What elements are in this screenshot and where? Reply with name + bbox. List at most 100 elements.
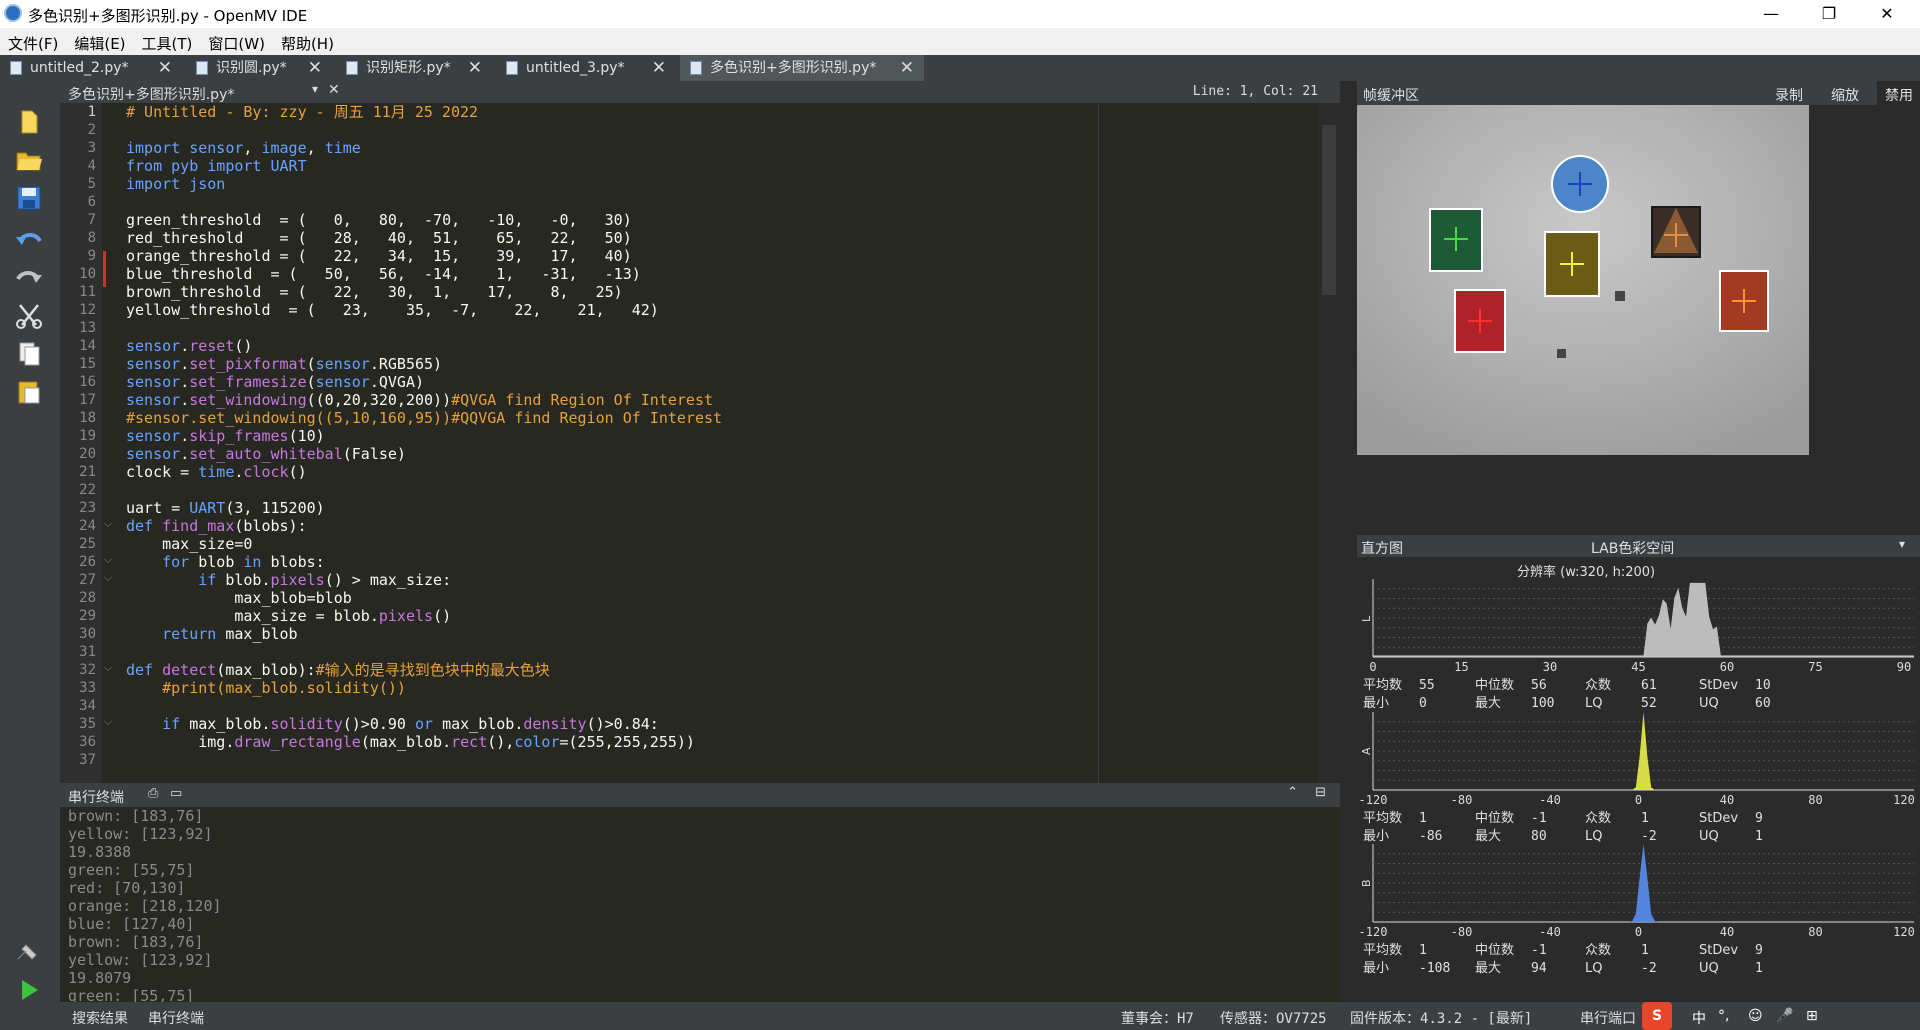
search-results-tab[interactable]: 搜索结果 <box>72 1008 128 1028</box>
code-line[interactable]: sensor.set_windowing((0,20,320,200))#QVG… <box>126 391 722 409</box>
code-line[interactable]: clock = time.clock() <box>126 463 722 481</box>
fold-chevron-icon[interactable]: ⌵ <box>104 715 112 729</box>
float-icon[interactable]: ⊟ <box>1315 785 1326 800</box>
menu-edit[interactable]: 编辑(E) <box>66 28 133 54</box>
code-line[interactable]: sensor.set_pixformat(sensor.RGB565) <box>126 355 722 373</box>
code-line[interactable]: return max_blob <box>126 625 722 643</box>
code-editor[interactable]: 1 2 3 4 5 6 7 8 9 10 11 12 13 14 15 16 17 18 19 20 21 22 23 24 2… <box>60 103 1340 783</box>
tab-rectangle[interactable]: 识别矩形.py* ✕ <box>336 55 492 81</box>
code-line[interactable] <box>126 121 722 139</box>
current-file-selector[interactable]: 多色识别+多图形识别.py* <box>68 84 234 104</box>
code-line[interactable]: import json <box>126 175 722 193</box>
tab-close-icon[interactable]: ✕ <box>900 55 914 81</box>
code-line[interactable]: #print(max_blob.solidity()) <box>126 679 722 697</box>
scrollbar-thumb[interactable] <box>1322 125 1336 295</box>
record-button[interactable]: 录制 <box>1775 85 1803 105</box>
code-line[interactable]: uart = UART(3, 115200) <box>126 499 722 517</box>
undo-icon[interactable] <box>14 227 44 253</box>
maximize-button[interactable]: ❐ <box>1800 0 1858 28</box>
serial-terminal-tab[interactable]: 串行终端 <box>148 1008 204 1028</box>
code-line[interactable] <box>126 697 722 715</box>
code-line[interactable]: sensor.set_framesize(sensor.QVGA) <box>126 373 722 391</box>
code-line[interactable]: brown_threshold = ( 22, 30, 1, 17, 8, 25… <box>126 283 722 301</box>
colorspace-select[interactable]: LAB色彩空间 <box>1591 538 1674 558</box>
tab-circle[interactable]: 识别圆.py* ✕ <box>186 55 332 81</box>
code-line[interactable]: from pyb import UART <box>126 157 722 175</box>
zoom-button[interactable]: 缩放 <box>1831 85 1859 105</box>
ime-keyboard-icon[interactable]: ⊞ <box>1806 1008 1818 1024</box>
disable-button[interactable]: 禁用 <box>1877 81 1920 105</box>
tab-close-icon[interactable]: ✕ <box>308 55 322 81</box>
serial-terminal-output: brown: [183,76] yellow: [123,92] 19.8388 gr… <box>60 807 1340 1002</box>
stat-label: 最大 <box>1475 829 1501 844</box>
tab-untitled-3[interactable]: untitled_3.py* ✕ <box>496 55 676 81</box>
connect-icon[interactable] <box>14 937 44 963</box>
code-line[interactable]: orange_threshold = ( 22, 34, 15, 39, 17,… <box>126 247 722 265</box>
fold-chevron-icon[interactable]: ⌵ <box>104 517 112 531</box>
menu-file[interactable]: 文件(F) <box>0 28 66 54</box>
code-line[interactable]: blue_threshold = ( 50, 56, -14, 1, -31, … <box>126 265 722 283</box>
code-line[interactable]: max_size = blob.pixels() <box>126 607 722 625</box>
code-line[interactable]: img.draw_rectangle(max_blob.rect(),color… <box>126 733 722 751</box>
line-number: 12 <box>79 302 96 318</box>
tab-close-icon[interactable]: ✕ <box>468 55 482 81</box>
code-line[interactable]: if max_blob.solidity()>0.90 or max_blob.… <box>126 715 722 733</box>
menu-tools[interactable]: 工具(T) <box>134 28 201 54</box>
open-folder-icon[interactable] <box>14 147 44 173</box>
code-line[interactable]: sensor.reset() <box>126 337 722 355</box>
code-line[interactable]: import sensor, image, time <box>126 139 722 157</box>
code-line[interactable] <box>126 481 722 499</box>
paste-icon[interactable] <box>14 379 44 405</box>
ime-voice-icon[interactable]: 🎤 <box>1776 1008 1793 1024</box>
code-line[interactable]: green_threshold = ( 0, 80, -70, -10, -0,… <box>126 211 722 229</box>
code-line[interactable]: max_blob=blob <box>126 589 722 607</box>
code-line[interactable]: #sensor.set_windowing((5,10,160,95))#QQV… <box>126 409 722 427</box>
code-line[interactable]: sensor.skip_frames(10) <box>126 427 722 445</box>
chevron-down-icon[interactable]: ▾ <box>312 82 318 96</box>
menu-window[interactable]: 窗口(W) <box>200 28 273 54</box>
chevron-down-icon[interactable]: ▾ <box>1899 537 1905 551</box>
fold-chevron-icon[interactable]: ⌵ <box>104 553 112 567</box>
new-file-icon[interactable] <box>14 109 44 135</box>
code-line[interactable]: yellow_threshold = ( 23, 35, -7, 22, 21,… <box>126 301 722 319</box>
ime-punct[interactable]: °, <box>1718 1008 1729 1024</box>
ime-emoji-icon[interactable]: ☺ <box>1748 1008 1763 1024</box>
tab-untitled-2[interactable]: untitled_2.py* ✕ <box>0 55 182 81</box>
ime-chinese[interactable]: 中 <box>1692 1008 1706 1028</box>
ime-logo-icon[interactable]: S <box>1642 1002 1672 1030</box>
code-line[interactable] <box>126 319 722 337</box>
stat-label: 平均数 <box>1363 943 1402 958</box>
copy-icon[interactable] <box>14 341 44 367</box>
editor-scrollbar[interactable] <box>1318 103 1340 783</box>
code-line[interactable] <box>126 751 722 769</box>
code-line[interactable] <box>126 193 722 211</box>
tab-close-icon[interactable]: ✕ <box>158 55 172 81</box>
code-line[interactable]: for blob in blobs: <box>126 553 722 571</box>
fold-chevron-icon[interactable]: ⌵ <box>104 661 112 675</box>
collapse-icon[interactable]: ⌃ <box>1287 785 1298 800</box>
code-line[interactable]: def detect(max_blob):#输入的是寻找到色块中的最大色块 <box>126 661 722 679</box>
code-area[interactable]: # Untitled - By: zzy - 周五 11月 25 2022 im… <box>126 103 722 769</box>
redo-icon[interactable] <box>14 265 44 291</box>
code-line[interactable]: sensor.set_auto_whitebal(False) <box>126 445 722 463</box>
code-line[interactable]: red_threshold = ( 28, 40, 51, 65, 22, 50… <box>126 229 722 247</box>
code-line[interactable]: if blob.pixels() > max_size: <box>126 571 722 589</box>
run-icon[interactable] <box>14 977 44 1003</box>
close-editor-icon[interactable]: ✕ <box>328 82 340 98</box>
firmware-label[interactable]: 固件版本：4.3.2 - [最新] <box>1350 1008 1532 1028</box>
save-icon[interactable] <box>14 185 44 211</box>
tab-close-icon[interactable]: ✕ <box>652 55 666 81</box>
cut-icon[interactable] <box>14 303 44 329</box>
save-terminal-icon[interactable]: ▭ <box>170 786 182 801</box>
file-tab-bar: untitled_2.py* ✕ 识别圆.py* ✕ 识别矩形.py* ✕ untit… <box>0 55 1920 81</box>
menu-help[interactable]: 帮助(H) <box>273 28 342 54</box>
minimize-button[interactable]: — <box>1742 0 1800 28</box>
code-line[interactable]: # Untitled - By: zzy - 周五 11月 25 2022 <box>126 103 722 121</box>
code-line[interactable]: max_size=0 <box>126 535 722 553</box>
code-line[interactable]: def find_max(blobs): <box>126 517 722 535</box>
fold-chevron-icon[interactable]: ⌵ <box>104 571 112 585</box>
clear-terminal-icon[interactable]: ⎙ <box>148 786 158 801</box>
close-button[interactable]: ✕ <box>1858 0 1916 28</box>
tab-active-file[interactable]: 多色识别+多图形识别.py* ✕ <box>680 55 924 81</box>
code-line[interactable] <box>126 643 722 661</box>
